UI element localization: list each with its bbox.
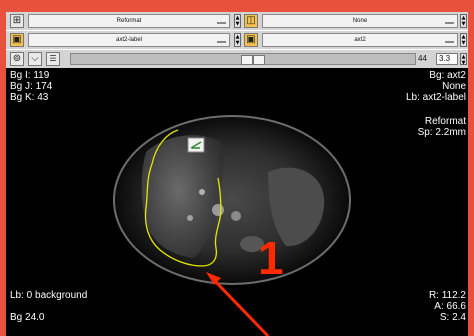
menu-icon[interactable]: ☰ (46, 52, 60, 66)
link-icon[interactable]: ⊚ (10, 52, 24, 66)
foreground-volume-menu[interactable]: None (262, 14, 458, 28)
right-stepper-2[interactable]: ▲ ▼ (460, 33, 467, 47)
opacity-slider-handle[interactable] (253, 55, 265, 65)
opacity-stepper[interactable]: ▲ ▼ (460, 53, 467, 66)
swap-stepper[interactable]: ▲ ▼ (234, 14, 241, 28)
background-layer-row: ⊞ Reformat ▲ ▼ ◫ None ▲ ▼ (6, 12, 468, 30)
label-layer-icon[interactable]: ▣ (10, 33, 24, 47)
ras-r-readout: R: 112.2 (428, 290, 466, 301)
background-volume-label: Reformat (116, 18, 142, 24)
bg-j-readout: Bg J: 174 (10, 81, 53, 92)
fg2-volume-label: axt2 (354, 37, 366, 43)
dropdown-arrow-icon (217, 22, 226, 24)
ras-s-readout: S: 2.4 (439, 312, 466, 323)
label-stepper[interactable]: ▲ ▼ (234, 33, 241, 47)
dropdown-arrow-icon (445, 22, 454, 24)
bg-k-readout: Bg K: 43 (10, 92, 49, 103)
bottom-right-overlay: R: 112.2 A: 66.6 S: 2.4 (429, 290, 466, 323)
vessel-4 (187, 215, 193, 221)
fg2-volume-menu[interactable]: axt2 (262, 33, 458, 47)
label-volume-menu[interactable]: axt2-label (28, 33, 230, 47)
orientation-readout: Reformat (424, 116, 466, 127)
slice-slider-handle[interactable] (241, 55, 253, 65)
annotation-arrow (210, 276, 270, 336)
ras-a-readout: A: 66.6 (434, 301, 466, 312)
background-volume-menu[interactable]: Reformat (28, 14, 230, 28)
vessel-3 (199, 189, 205, 195)
label-readout: Lb: 0 background (10, 290, 88, 301)
foreground-volume-readout: None (442, 81, 466, 92)
annotation-label: 1 (258, 232, 284, 284)
top-right-overlay: Bg: axt2 None Lb: axt2-label (406, 70, 466, 103)
image-viewer[interactable]: 1 Bg I: 119 Bg J: 174 Bg K: 43 Bg: axt2 … (6, 68, 468, 336)
label-volume-readout: Lb: axt2-label (405, 92, 466, 103)
slice-number: 44 (418, 54, 427, 63)
bg-value-readout: Bg 24.0 (10, 312, 45, 323)
foreground-volume-label: None (352, 18, 368, 24)
dropdown-arrow-icon (217, 41, 226, 43)
vessel-1 (212, 204, 224, 216)
spacing-readout: Sp: 2.2mm (417, 127, 466, 138)
bg-i-readout: Bg I: 119 (10, 70, 50, 81)
mid-right-overlay: Reformat Sp: 2.2mm (418, 116, 466, 138)
label-volume-label: axt2-label (115, 37, 142, 43)
top-left-overlay: Bg I: 119 Bg J: 174 Bg K: 43 (10, 70, 52, 103)
label-layer-row: ▣ axt2-label ▲ ▼ ▣ axt2 ▲ ▼ (6, 31, 468, 49)
vessel-2 (231, 211, 241, 221)
view-orientation-icon[interactable]: ⌵ (28, 52, 42, 66)
opacity-input[interactable]: 3.3 (436, 53, 458, 65)
background-volume-readout: Bg: axt2 (429, 70, 466, 81)
layer-grid-icon[interactable]: ⊞ (10, 14, 24, 28)
dropdown-arrow-icon (445, 41, 454, 43)
slice-slider[interactable] (70, 53, 416, 65)
fg-layer-icon[interactable]: ▣ (244, 33, 258, 47)
right-stepper[interactable]: ▲ ▼ (460, 14, 467, 28)
swap-layers-icon[interactable]: ◫ (244, 14, 258, 28)
slice-toolbar: ⊚ ⌵ ☰ 44 3.3 ▲ ▼ (6, 50, 468, 68)
